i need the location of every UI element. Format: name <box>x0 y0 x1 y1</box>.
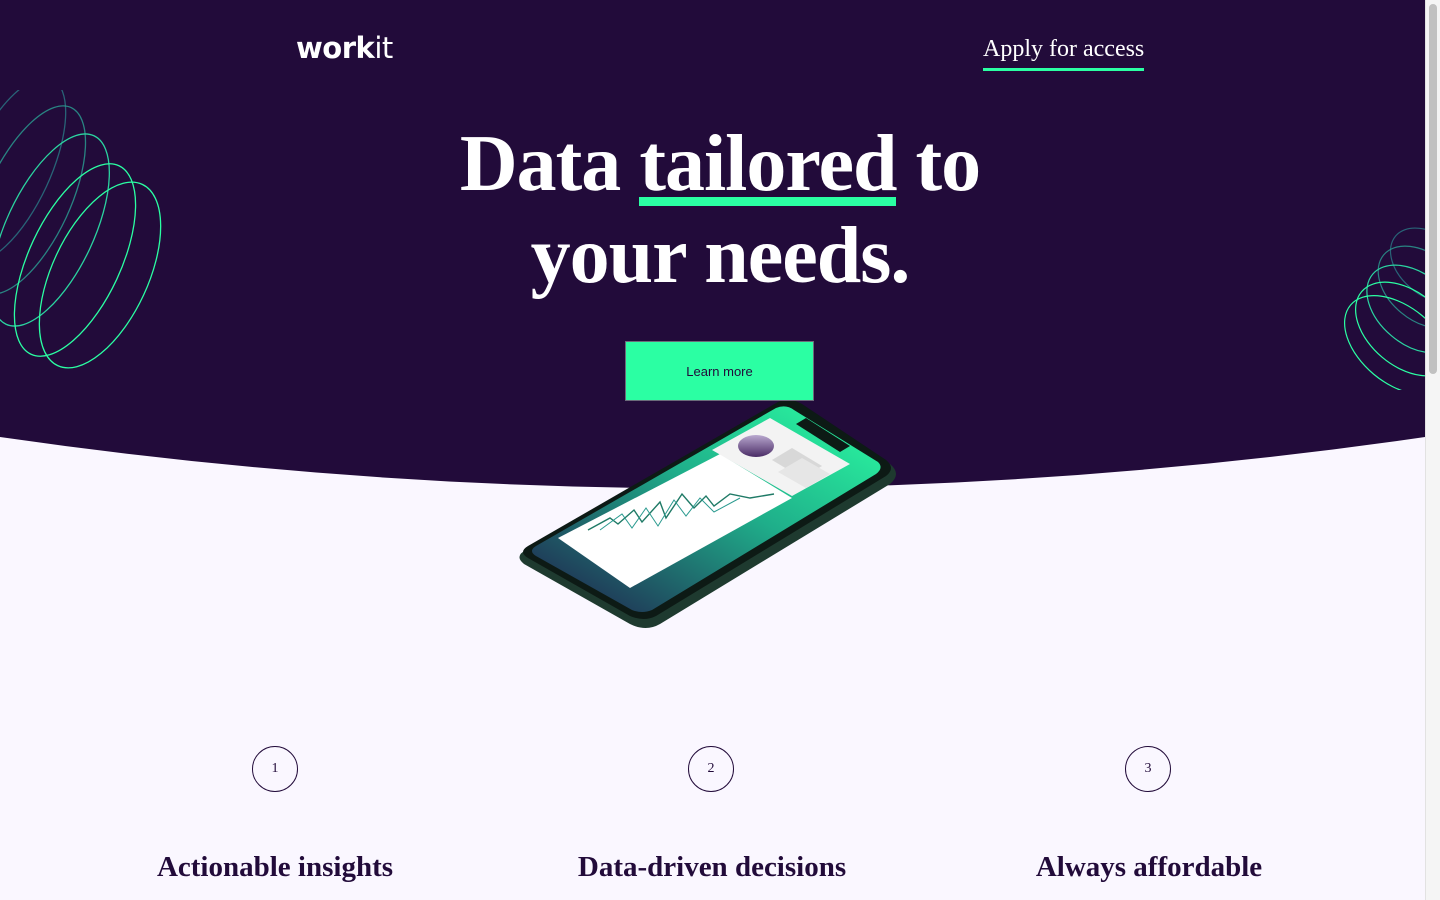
headline-post: to <box>896 120 981 208</box>
landing-page: workit Apply for access Data tailored to… <box>0 0 1425 900</box>
logo-bold-text: work <box>296 31 375 65</box>
feature-title-data-driven-decisions: Data-driven decisions <box>577 851 847 883</box>
feature-title-actionable-insights: Actionable insights <box>156 851 394 883</box>
workit-logo[interactable]: workit <box>296 28 393 68</box>
feature-number-2: 2 <box>688 746 734 792</box>
apply-for-access-link[interactable]: Apply for access <box>983 33 1145 71</box>
phone-illustration-icon <box>519 399 896 628</box>
feature-number-1: 1 <box>252 746 298 792</box>
headline-highlight: tailored <box>639 118 897 210</box>
logo-light-text: it <box>374 31 393 65</box>
headline-pre: Data <box>459 120 640 208</box>
hero-headline: Data tailored to your needs. <box>0 118 1425 302</box>
learn-more-button[interactable]: Learn more <box>625 341 814 401</box>
feature-number-3: 3 <box>1125 746 1171 792</box>
scrollbar-thumb[interactable] <box>1429 4 1437 374</box>
vertical-scrollbar[interactable] <box>1425 0 1440 900</box>
feature-title-always-affordable: Always affordable <box>1035 851 1263 883</box>
headline-line2: your needs. <box>530 212 911 300</box>
headline-highlight-text: tailored <box>639 120 897 208</box>
